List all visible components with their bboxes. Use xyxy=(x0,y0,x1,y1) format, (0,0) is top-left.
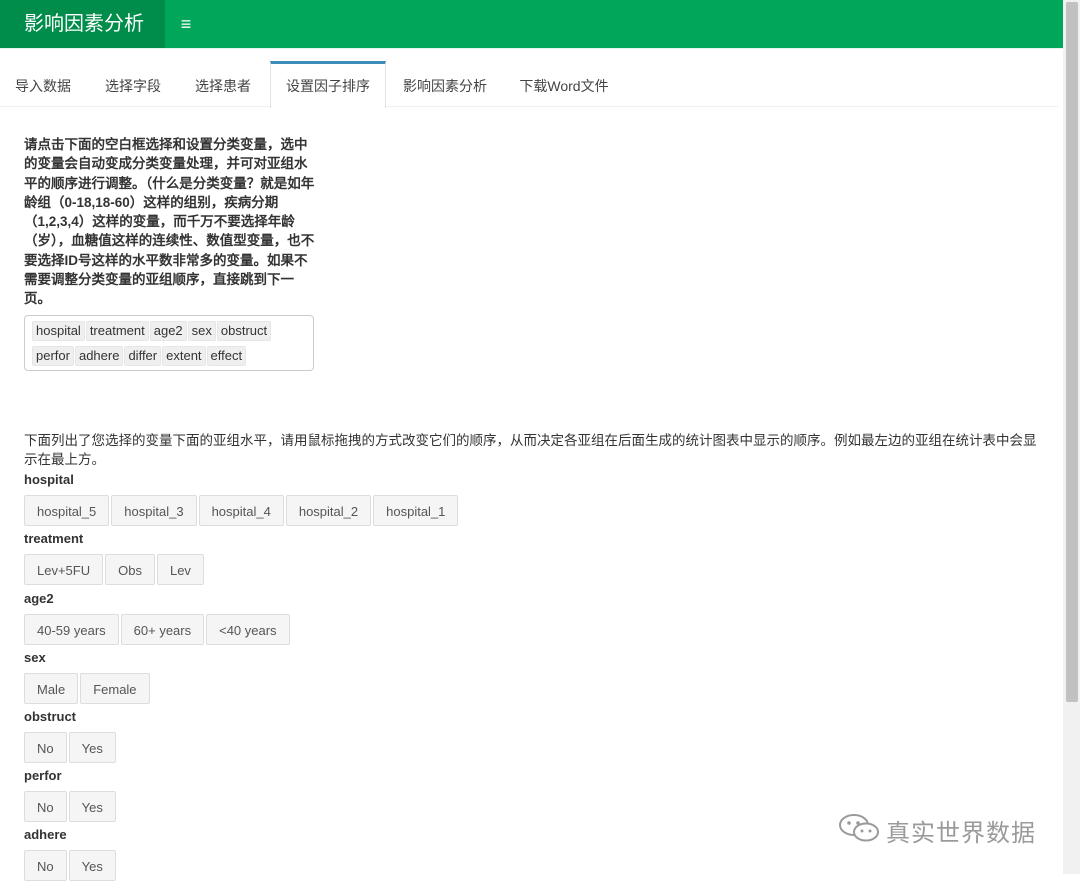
variable-label-obstruct: obstruct xyxy=(24,709,76,724)
level-item[interactable]: Lev+5FU xyxy=(24,554,104,585)
variable-label-perfor: perfor xyxy=(24,768,62,783)
selected-var-chip[interactable]: age2 xyxy=(149,321,187,341)
level-item[interactable]: hospital_2 xyxy=(285,495,372,526)
level-list-treatment: Lev+5FU Obs Lev xyxy=(24,554,206,587)
level-list-obstruct: No Yes xyxy=(24,732,118,765)
tab-select-patients[interactable]: 选择患者 xyxy=(180,62,266,106)
level-item[interactable]: Yes xyxy=(68,732,116,763)
level-item[interactable]: 40-59 years xyxy=(24,614,119,645)
variable-label-adhere: adhere xyxy=(24,827,67,842)
selected-var-chip[interactable]: effect xyxy=(206,346,247,366)
level-item[interactable]: Male xyxy=(24,673,79,704)
watermark: 真实世界数据 xyxy=(838,808,1048,848)
variable-label-hospital: hospital xyxy=(24,472,74,487)
menu-toggle-icon[interactable]: ≡ xyxy=(165,0,207,48)
level-item[interactable]: Yes xyxy=(68,791,116,822)
vertical-scrollbar[interactable] xyxy=(1063,0,1080,874)
level-list-age2: 40-59 years 60+ years <40 years xyxy=(24,614,292,647)
selected-var-chip[interactable]: treatment xyxy=(85,321,149,341)
tab-bar: 导入数据 选择字段 选择患者 设置因子排序 影响因素分析 下载Word文件 xyxy=(0,61,1058,108)
selected-var-chip[interactable]: extent xyxy=(162,346,206,366)
selected-var-chip[interactable]: adhere xyxy=(74,346,124,366)
variable-label-sex: sex xyxy=(24,650,46,665)
level-item[interactable]: hospital_5 xyxy=(24,495,110,526)
selected-var-chip[interactable]: differ xyxy=(124,346,162,366)
level-item[interactable]: No xyxy=(24,732,67,763)
level-item[interactable]: hospital_4 xyxy=(198,495,284,526)
wechat-icon xyxy=(838,813,882,846)
variable-label-age2: age2 xyxy=(24,591,54,606)
selected-var-chip[interactable]: obstruct xyxy=(216,321,272,341)
level-item[interactable]: Yes xyxy=(68,850,116,881)
level-item[interactable]: Obs xyxy=(105,554,155,585)
tab-download-word[interactable]: 下载Word文件 xyxy=(506,62,622,106)
level-list-hospital: hospital_5 hospital_3 hospital_4 hospital_2… xyxy=(24,495,460,528)
variable-label-treatment: treatment xyxy=(24,531,84,546)
level-item[interactable]: hospital_3 xyxy=(111,495,197,526)
level-item[interactable]: Female xyxy=(80,673,150,704)
selected-var-chip[interactable]: sex xyxy=(187,321,216,341)
instructions-text: 请点击下面的空白框选择和设置分类变量，选中的变量会自动变成分类变量处理，并可对亚… xyxy=(24,137,315,307)
categorical-variable-select[interactable]: hospital treatment age2 sex obstruct perfor a… xyxy=(24,315,314,371)
level-order-description: 下面列出了您选择的变量下面的亚组水平，请用鼠标拖拽的方式改变它们的顺序，从而决定… xyxy=(24,433,1037,467)
selected-var-chip[interactable]: hospital xyxy=(32,321,85,341)
level-item[interactable]: No xyxy=(24,850,67,881)
scrollbar-thumb[interactable] xyxy=(1066,2,1078,702)
tab-import-data[interactable]: 导入数据 xyxy=(0,62,86,106)
tab-select-fields[interactable]: 选择字段 xyxy=(90,62,176,106)
level-item[interactable]: 60+ years xyxy=(120,614,205,645)
level-list-sex: Male Female xyxy=(24,673,152,706)
level-item[interactable]: <40 years xyxy=(206,614,290,645)
top-header: 影响因素分析 ≡ xyxy=(0,0,1063,49)
tab-factor-order[interactable]: 设置因子排序 xyxy=(270,61,386,108)
level-list-perfor: No Yes xyxy=(24,791,118,824)
level-item[interactable]: hospital_1 xyxy=(373,495,459,526)
level-item[interactable]: Lev xyxy=(156,554,204,585)
selected-var-chip[interactable]: perfor xyxy=(32,346,74,366)
tab-factor-analysis[interactable]: 影响因素分析 xyxy=(388,62,502,106)
app-title: 影响因素分析 xyxy=(0,0,165,48)
watermark-text: 真实世界数据 xyxy=(886,820,1036,847)
level-list-adhere: No Yes xyxy=(24,850,118,883)
level-item[interactable]: No xyxy=(24,791,67,822)
